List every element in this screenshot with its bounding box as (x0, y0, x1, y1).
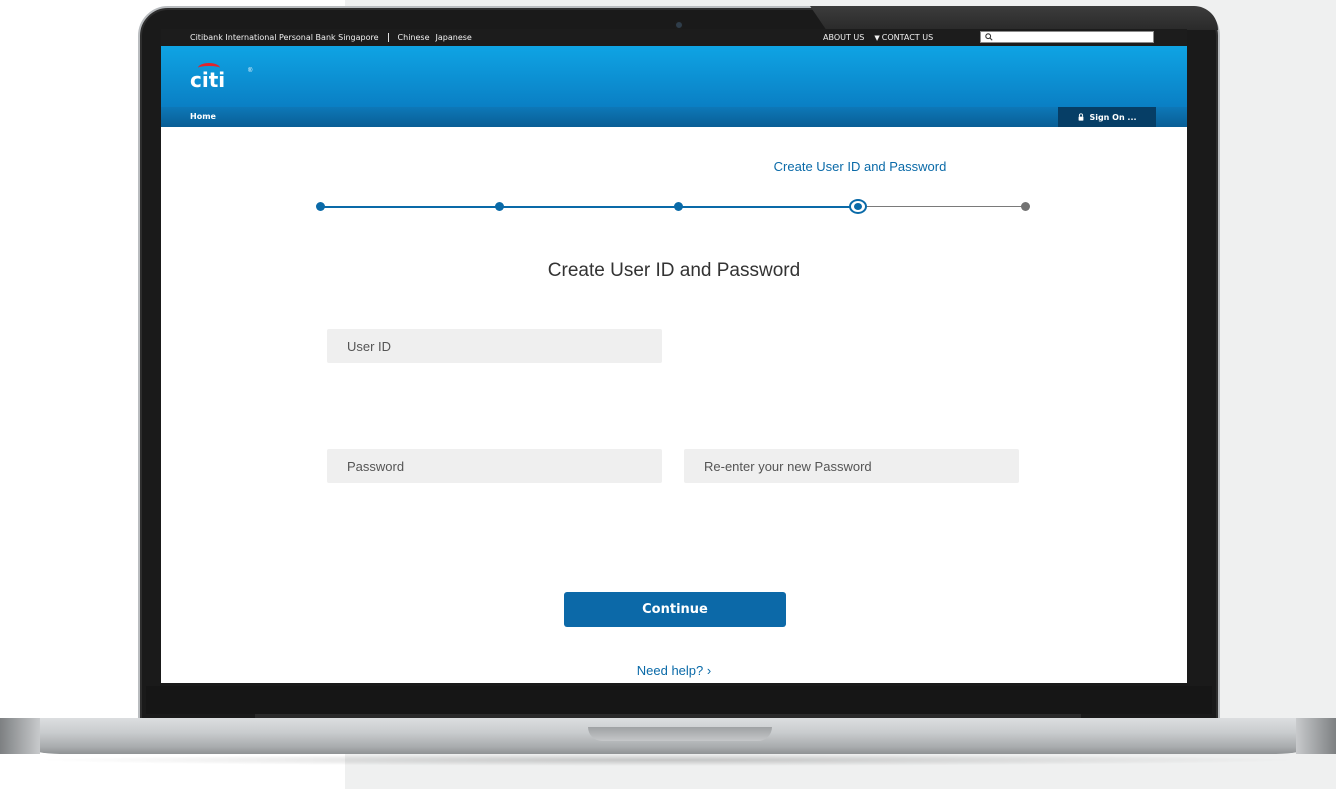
site-name: Citibank International Personal Bank Sin… (190, 33, 379, 42)
laptop-base-left-edge (0, 718, 40, 754)
utility-left: Citibank International Personal Bank Sin… (190, 33, 472, 42)
laptop-notch (588, 727, 772, 741)
current-step-label: Create User ID and Password (773, 159, 947, 174)
lock-icon (1079, 113, 1084, 121)
utility-right: ABOUT US ▼ CONTACT US (823, 33, 933, 42)
continue-button[interactable]: Continue (564, 592, 786, 627)
laptop-screen: Citibank International Personal Bank Sin… (161, 29, 1187, 683)
main-nav: Home Sign On ... (161, 107, 1187, 127)
laptop-shadow (30, 754, 1306, 766)
laptop-bezel-bottom (146, 686, 1212, 714)
password-input[interactable] (327, 449, 662, 483)
utility-divider (387, 33, 389, 42)
brand-header: citi ® (161, 46, 1187, 107)
progress-stepper: Create User ID and Password (161, 159, 1187, 219)
about-us-link[interactable]: ABOUT US (823, 33, 864, 42)
caret-down-icon: ▼ (874, 34, 880, 42)
step-3-dot (674, 202, 683, 211)
stepper-line-completed (321, 206, 857, 208)
contact-us-link[interactable]: ▼ CONTACT US (874, 33, 933, 42)
citi-logo[interactable]: citi (190, 68, 225, 92)
form-title: Create User ID and Password (547, 260, 801, 281)
step-5-dot (1021, 202, 1030, 211)
utility-bar: Citibank International Personal Bank Sin… (161, 29, 1187, 46)
language-chinese-link[interactable]: Chinese (398, 33, 430, 42)
search-input[interactable] (997, 32, 1152, 42)
language-japanese-link[interactable]: Japanese (436, 33, 472, 42)
laptop-base-right-edge (1296, 718, 1336, 754)
need-help-link[interactable]: Need help? › (161, 663, 1187, 678)
registered-mark: ® (248, 68, 253, 74)
laptop-lid-reflection (810, 6, 1218, 30)
contact-us-label: CONTACT US (881, 33, 934, 42)
sign-on-label: Sign On ... (1089, 112, 1137, 122)
step-4-current-dot (849, 199, 867, 214)
user-id-input[interactable] (327, 329, 662, 363)
sign-on-button[interactable]: Sign On ... (1058, 107, 1156, 127)
step-2-dot (495, 202, 504, 211)
confirm-password-input[interactable] (684, 449, 1019, 483)
search-box[interactable] (980, 31, 1154, 43)
nav-home-link[interactable]: Home (190, 112, 216, 121)
stepper-line-remaining (857, 206, 1025, 207)
step-1-dot (316, 202, 325, 211)
search-icon[interactable] (985, 33, 993, 41)
